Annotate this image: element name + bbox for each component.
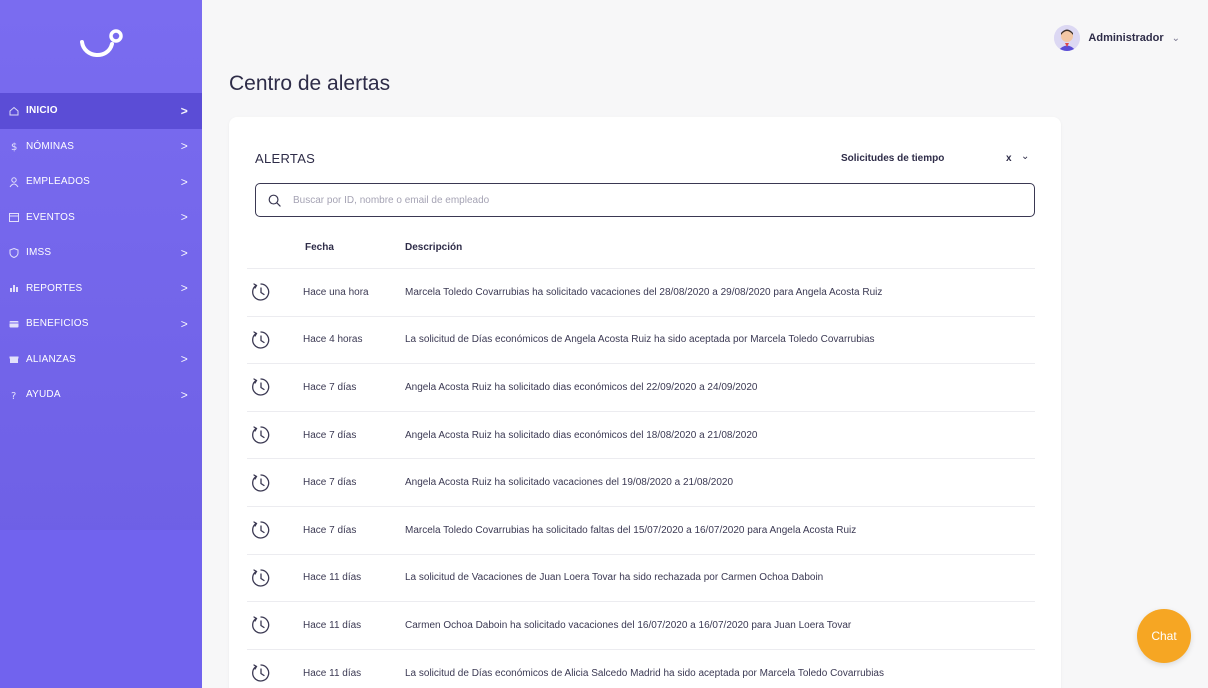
table-row[interactable]: Hace 7 días Angela Acosta Ruiz ha solicit… (247, 410, 1035, 459)
svg-text:$: $ (11, 142, 18, 152)
chevron-right-icon: > (180, 387, 188, 402)
sidebar: INICIO > $ NÓMINAS > EMPLEADOS > EVENTOS > IMSS > R… (0, 0, 202, 688)
sidebar-item-label: ALIANZAS (26, 353, 76, 365)
sidebar-item-nominas[interactable]: $ NÓMINAS > (0, 129, 202, 165)
sidebar-item-label: IMSS (26, 247, 52, 259)
table-row[interactable]: Hace 7 días Angela Acosta Ruiz ha solicit… (247, 458, 1035, 506)
column-header-description: Descripción (405, 242, 463, 253)
filter-clear-button[interactable]: x (1006, 153, 1012, 164)
search-icon (268, 194, 281, 207)
sidebar-item-label: REPORTES (26, 282, 83, 294)
alert-description: Angela Acosta Ruiz ha solicitado vacacio… (405, 477, 734, 489)
history-clock-icon (249, 566, 273, 590)
avatar (1054, 25, 1081, 51)
search-box (255, 183, 1035, 217)
chevron-right-icon: > (180, 139, 188, 154)
sidebar-item-label: BENEFICIOS (26, 318, 89, 330)
chart-icon (8, 282, 20, 294)
alert-description: La solicitud de Días económicos de Alici… (405, 667, 884, 679)
alerts-table-body: Hace una hora Marcela Toledo Covarrubias … (247, 268, 1035, 688)
help-icon: ? (8, 389, 20, 401)
alert-date: Hace 7 días (303, 477, 357, 489)
table-header: Fecha Descripción (255, 242, 1035, 268)
alert-date: Hace 11 días (303, 572, 362, 584)
sidebar-item-label: NÓMINAS (26, 140, 75, 152)
sidebar-item-ayuda[interactable]: ? AYUDA > (0, 377, 202, 413)
sidebar-nav: INICIO > $ NÓMINAS > EMPLEADOS > EVENTOS > IMSS > R… (0, 93, 202, 413)
history-clock-icon (249, 375, 273, 399)
shield-icon (8, 247, 20, 259)
history-clock-icon (249, 280, 273, 304)
sidebar-item-reportes[interactable]: REPORTES > (0, 271, 202, 307)
table-row[interactable]: Hace 7 días Marcela Toledo Covarrubias ha… (247, 505, 1035, 554)
table-row[interactable]: Hace 4 horas La solicitud de Días económi… (247, 315, 1035, 364)
search-input[interactable] (293, 194, 993, 206)
users-icon (8, 176, 20, 188)
alert-date: Hace 11 días (303, 619, 362, 631)
history-clock-icon (249, 471, 273, 495)
chevron-right-icon: > (180, 316, 188, 331)
calendar-icon (8, 211, 20, 223)
filter-selected-value[interactable]: Solicitudes de tiempo (841, 153, 944, 164)
sidebar-item-eventos[interactable]: EVENTOS > (0, 200, 202, 236)
chat-button[interactable]: Chat (1137, 609, 1191, 663)
alert-date: Hace 7 días (303, 524, 357, 536)
sidebar-item-empleados[interactable]: EMPLEADOS > (0, 164, 202, 200)
alert-date: Hace una hora (303, 286, 369, 298)
alert-description: Carmen Ochoa Daboin ha solicitado vacaci… (405, 619, 852, 631)
sidebar-item-alianzas[interactable]: ALIANZAS > (0, 342, 202, 378)
alert-description: La solicitud de Vacaciones de Juan Loera… (405, 572, 824, 584)
sidebar-footer (0, 530, 202, 688)
sidebar-item-imss[interactable]: IMSS > (0, 235, 202, 271)
page-title: Centro de alertas (229, 72, 391, 95)
alerts-heading: ALERTAS (255, 151, 316, 166)
table-row[interactable]: Hace 11 días La solicitud de Vacaciones d… (247, 553, 1035, 602)
dollar-icon: $ (8, 140, 20, 152)
history-clock-icon (249, 328, 273, 352)
alert-date: Hace 11 días (303, 667, 362, 679)
history-clock-icon (249, 518, 273, 542)
sidebar-item-label: AYUDA (26, 389, 61, 401)
table-row[interactable]: Hace 11 días La solicitud de Días económi… (247, 648, 1035, 688)
chevron-right-icon: > (180, 281, 188, 296)
chevron-down-icon: ⌄ (1171, 32, 1180, 44)
sidebar-item-label: INICIO (26, 105, 58, 117)
table-row[interactable]: Hace 7 días Angela Acosta Ruiz ha solicit… (247, 363, 1035, 411)
sidebar-item-label: EVENTOS (26, 211, 76, 223)
history-clock-icon (249, 613, 273, 637)
sidebar-item-beneficios[interactable]: BENEFICIOS > (0, 306, 202, 342)
history-clock-icon (249, 423, 273, 447)
alert-description: La solicitud de Días económicos de Angel… (405, 334, 875, 346)
chevron-right-icon: > (180, 174, 188, 189)
table-row[interactable]: Hace 11 días Carmen Ochoa Daboin ha solic… (247, 601, 1035, 649)
chevron-down-icon[interactable]: ⌄ (1021, 151, 1029, 162)
alert-description: Marcela Toledo Covarrubias ha solicitado… (405, 524, 857, 536)
table-row[interactable]: Hace una hora Marcela Toledo Covarrubias … (247, 268, 1035, 316)
home-icon (8, 105, 20, 117)
alert-date: Hace 7 días (303, 429, 357, 441)
sidebar-item-label: EMPLEADOS (26, 176, 91, 188)
column-header-date: Fecha (305, 242, 334, 253)
alerts-card: ALERTAS Solicitudes de tiempo x ⌄ Fecha … (229, 117, 1061, 688)
chevron-right-icon: > (180, 103, 188, 118)
alert-date: Hace 4 horas (303, 334, 363, 346)
alert-description: Angela Acosta Ruiz ha solicitado dias ec… (405, 429, 758, 441)
chevron-right-icon: > (180, 245, 188, 260)
gift-icon (8, 353, 20, 365)
alert-description: Angela Acosta Ruiz ha solicitado dias ec… (405, 381, 758, 393)
user-name: Administrador (1088, 32, 1164, 44)
card-icon (8, 318, 20, 330)
user-menu[interactable]: Administrador ⌄ (1054, 25, 1180, 51)
svg-text:?: ? (11, 391, 17, 401)
alert-date: Hace 7 días (303, 381, 357, 393)
chevron-right-icon: > (180, 210, 188, 225)
logo-icon[interactable] (76, 28, 126, 66)
history-clock-icon (249, 661, 273, 685)
chevron-right-icon: > (180, 352, 188, 367)
alert-description: Marcela Toledo Covarrubias ha solicitado… (405, 286, 883, 298)
sidebar-item-inicio[interactable]: INICIO > (0, 93, 202, 129)
avatar-icon (1054, 25, 1081, 51)
